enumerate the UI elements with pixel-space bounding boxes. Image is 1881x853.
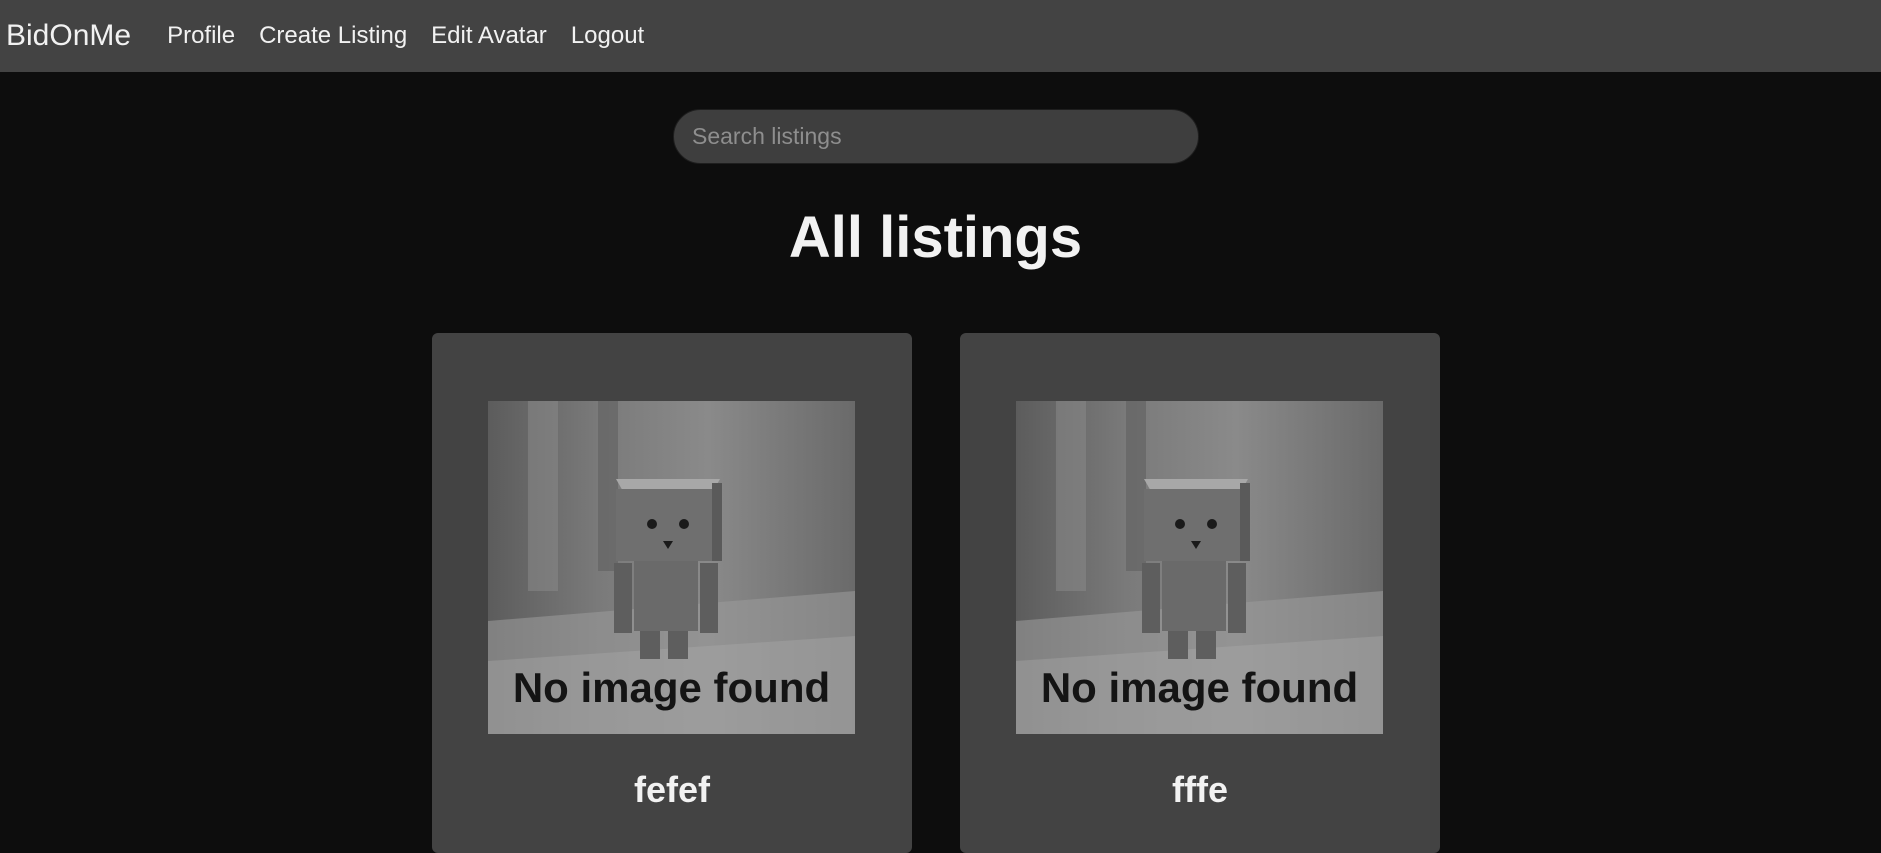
brand-logo-link[interactable]: BidOnMe bbox=[6, 19, 131, 53]
top-navbar: BidOnMe Profile Create Listing Edit Avat… bbox=[0, 0, 1881, 72]
listing-image-placeholder: No image found bbox=[1016, 401, 1383, 734]
nav-edit-avatar-link[interactable]: Edit Avatar bbox=[431, 22, 547, 50]
listing-image-placeholder: No image found bbox=[488, 401, 855, 734]
listing-card[interactable]: No image found fffe bbox=[960, 333, 1440, 853]
nav-profile-link[interactable]: Profile bbox=[167, 22, 235, 50]
search-input[interactable] bbox=[673, 109, 1199, 164]
search-bar bbox=[673, 109, 1199, 164]
page-title: All listings bbox=[788, 205, 1083, 270]
no-image-text: No image found bbox=[1040, 664, 1359, 711]
nav-links: Profile Create Listing Edit Avatar Logou… bbox=[167, 22, 644, 50]
nav-logout-link[interactable]: Logout bbox=[571, 22, 644, 50]
listing-title[interactable]: fffe bbox=[960, 769, 1440, 811]
no-image-text: No image found bbox=[512, 664, 831, 711]
listing-title[interactable]: fefef bbox=[432, 769, 912, 811]
listing-card[interactable]: No image found fefef bbox=[432, 333, 912, 853]
nav-create-listing-link[interactable]: Create Listing bbox=[259, 22, 407, 50]
